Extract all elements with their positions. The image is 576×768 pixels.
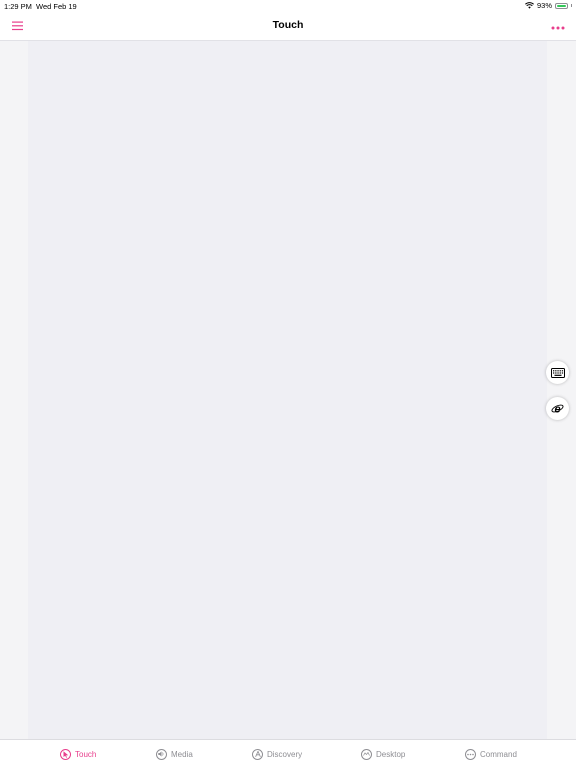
tab-desktop[interactable]: Desktop — [361, 747, 405, 761]
browser-button[interactable]: e — [546, 397, 569, 420]
keyboard-button[interactable] — [546, 361, 569, 384]
tab-desktop-label: Desktop — [376, 749, 406, 759]
status-right: 93% — [525, 1, 572, 10]
tab-bar: Touch Media Discovery Desktop Command — [0, 739, 576, 768]
desktop-icon — [361, 748, 372, 760]
tab-touch[interactable]: Touch — [60, 747, 96, 761]
battery-icon — [555, 2, 568, 9]
tab-touch-label: Touch — [75, 749, 97, 759]
tab-command-label: Command — [480, 749, 517, 759]
internet-explorer-icon: e — [551, 404, 564, 415]
cursor-icon — [60, 748, 71, 760]
tab-media-label: Media — [171, 749, 193, 759]
letter-a-icon — [252, 748, 263, 760]
keyboard-icon — [550, 367, 565, 378]
more-dots-icon — [551, 26, 565, 30]
tab-discovery[interactable]: Discovery — [252, 747, 302, 761]
ellipsis-icon — [465, 748, 476, 760]
battery-cap — [571, 4, 572, 7]
status-bar: 1:29 PM Wed Feb 19 93% — [0, 0, 576, 12]
left-margin — [0, 41, 28, 739]
right-margin — [547, 41, 576, 739]
battery-percent: 93% — [536, 1, 552, 10]
touchpad-area[interactable] — [28, 41, 547, 739]
tab-media[interactable]: Media — [156, 747, 193, 761]
navigation-bar: Touch — [0, 12, 576, 41]
wifi-icon — [525, 2, 534, 9]
more-options-button[interactable] — [551, 20, 565, 30]
tab-discovery-label: Discovery — [267, 749, 303, 759]
tab-command[interactable]: Command — [465, 747, 517, 761]
page-title: Touch — [272, 19, 304, 31]
speaker-icon — [156, 748, 167, 760]
battery-fill — [557, 4, 566, 7]
status-time: 1:29 PM — [4, 2, 32, 11]
status-date: Wed Feb 19 — [36, 2, 77, 11]
